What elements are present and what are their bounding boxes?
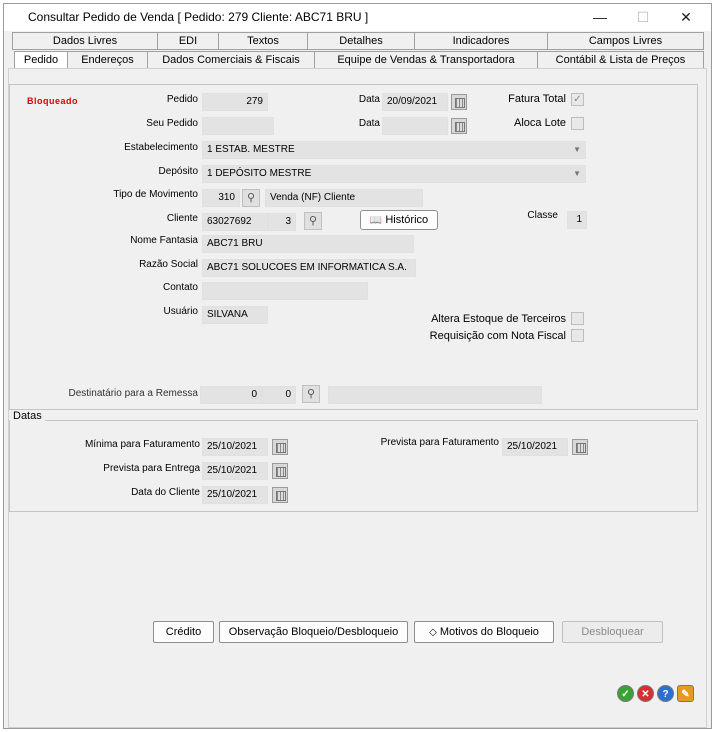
seu-pedido-field[interactable] — [202, 117, 274, 135]
calendar-icon[interactable] — [572, 439, 588, 455]
altera-estoque-label: Altera Estoque de Terceiros — [431, 313, 566, 325]
datas-caption: Datas — [10, 410, 45, 422]
tab-indicadores[interactable]: Indicadores — [414, 32, 548, 50]
title-bar: Consultar Pedido de Venda [ Pedido: 279 … — [4, 4, 711, 31]
cliente-seq[interactable]: 3 — [268, 213, 296, 231]
classe-label: Classe — [527, 210, 558, 221]
estabelecimento-select[interactable]: 1 ESTAB. MESTRE ▼ — [202, 141, 586, 159]
nome-fantasia-field[interactable]: ABC71 BRU — [202, 235, 414, 253]
tipo-movimento-code[interactable]: 310 — [202, 189, 240, 207]
tab-pedido[interactable]: Pedido — [14, 51, 68, 69]
data2-label: Data — [358, 118, 380, 129]
requisicao-label: Requisição com Nota Fiscal — [429, 330, 566, 342]
razao-social-field[interactable]: ABC71 SOLUCOES EM INFORMATICA S.A. — [202, 259, 416, 277]
usuario-field[interactable]: SILVANA — [202, 306, 268, 324]
pedido-label: Pedido — [166, 94, 198, 105]
prevista-fat-label: Prevista para Faturamento — [380, 437, 499, 448]
prevista-ent-field[interactable]: 25/10/2021 — [202, 462, 268, 480]
minimize-button[interactable]: — — [585, 6, 615, 28]
deposito-select[interactable]: 1 DEPÓSITO MESTRE ▼ — [202, 165, 586, 183]
classe-field[interactable]: 1 — [567, 211, 587, 229]
eraser-icon: ◇ — [429, 627, 437, 638]
minima-field[interactable]: 25/10/2021 — [202, 438, 268, 456]
search-icon[interactable]: ⚲ — [242, 189, 260, 207]
calendar-icon[interactable] — [272, 463, 288, 479]
altera-estoque-checkbox[interactable] — [571, 312, 584, 325]
desbloquear-button[interactable]: Desbloquear — [562, 621, 663, 643]
destinatario-desc[interactable] — [328, 386, 542, 404]
data2-field[interactable] — [382, 117, 448, 135]
requisicao-checkbox[interactable] — [571, 329, 584, 342]
contato-field[interactable] — [202, 282, 368, 300]
tab-enderecos[interactable]: Endereços — [67, 51, 148, 69]
main-window: Consultar Pedido de Venda [ Pedido: 279 … — [3, 3, 712, 729]
destinatario-label: Destinatário para a Remessa — [68, 388, 198, 399]
aloca-lote-checkbox[interactable] — [571, 117, 584, 130]
contato-label: Contato — [162, 282, 198, 293]
cliente-code[interactable]: 63027692 — [202, 213, 268, 231]
help-icon[interactable]: ? — [657, 685, 674, 702]
calendar-icon[interactable] — [272, 439, 288, 455]
fatura-total-checkbox[interactable]: ✓ — [571, 93, 584, 106]
chevron-down-icon: ▼ — [573, 169, 581, 178]
ok-icon[interactable]: ✓ — [617, 685, 634, 702]
fatura-total-label: Fatura Total — [508, 93, 566, 105]
credito-button[interactable]: Crédito — [153, 621, 214, 643]
tab-detalhes[interactable]: Detalhes — [307, 32, 415, 50]
usuario-label: Usuário — [163, 306, 198, 317]
data-cliente-label: Data do Cliente — [131, 487, 200, 498]
book-icon: 📖 — [369, 215, 383, 226]
tab-equipe-vendas[interactable]: Equipe de Vendas & Transportadora — [314, 51, 538, 69]
search-icon[interactable]: ⚲ — [302, 385, 320, 403]
window-title: Consultar Pedido de Venda [ Pedido: 279 … — [28, 10, 369, 24]
tab-dados-livres[interactable]: Dados Livres — [12, 32, 158, 50]
data-cliente-field[interactable]: 25/10/2021 — [202, 486, 268, 504]
cancel-icon[interactable]: ✕ — [637, 685, 654, 702]
search-icon[interactable]: ⚲ — [304, 212, 322, 230]
destinatario-v1[interactable]: 0 — [200, 386, 262, 404]
data-label: Data — [358, 94, 380, 105]
destinatario-v2[interactable]: 0 — [262, 386, 296, 404]
calendar-icon[interactable] — [451, 118, 467, 134]
cliente-label: Cliente — [166, 213, 198, 224]
chevron-down-icon: ▼ — [573, 145, 581, 154]
calendar-icon[interactable] — [272, 487, 288, 503]
historico-button[interactable]: 📖 Histórico — [360, 210, 438, 230]
tab-contabil[interactable]: Contábil & Lista de Preços — [537, 51, 704, 69]
pedido-field[interactable]: 279 — [202, 93, 268, 111]
observacao-button[interactable]: Observação Bloqueio/Desbloqueio — [219, 621, 408, 643]
prevista-fat-field[interactable]: 25/10/2021 — [502, 438, 568, 456]
deposito-value: 1 DEPÓSITO MESTRE — [207, 168, 312, 179]
tab-campos-livres[interactable]: Campos Livres — [547, 32, 704, 50]
seu-pedido-label: Seu Pedido — [146, 118, 198, 129]
nome-fantasia-label: Nome Fantasia — [130, 235, 198, 246]
prevista-ent-label: Prevista para Entrega — [103, 463, 200, 474]
maximize-button[interactable]: ☐ — [628, 6, 658, 28]
close-button[interactable]: ✕ — [671, 6, 701, 28]
tab-edi[interactable]: EDI — [157, 32, 219, 50]
wrench-icon[interactable]: ✎ — [677, 685, 694, 702]
estabelecimento-label: Estabelecimento — [124, 142, 198, 153]
tipo-movimento-desc[interactable]: Venda (NF) Cliente — [265, 189, 423, 207]
calendar-icon[interactable] — [451, 94, 467, 110]
tab-textos[interactable]: Textos — [218, 32, 308, 50]
motivos-label: Motivos do Bloqueio — [439, 626, 539, 638]
aloca-lote-label: Aloca Lote — [514, 117, 566, 129]
estabelecimento-value: 1 ESTAB. MESTRE — [207, 144, 295, 155]
data-field[interactable]: 20/09/2021 — [382, 93, 448, 111]
status-label: Bloqueado — [27, 96, 78, 106]
tipo-movimento-label: Tipo de Movimento — [113, 189, 198, 200]
tab-dados-comerciais[interactable]: Dados Comerciais & Fiscais — [147, 51, 315, 69]
deposito-label: Depósito — [158, 166, 198, 177]
minima-label: Mínima para Faturamento — [84, 439, 200, 450]
motivos-button[interactable]: ◇ Motivos do Bloqueio — [414, 621, 554, 643]
razao-social-label: Razão Social — [139, 259, 198, 270]
historico-label: Histórico — [385, 214, 429, 226]
